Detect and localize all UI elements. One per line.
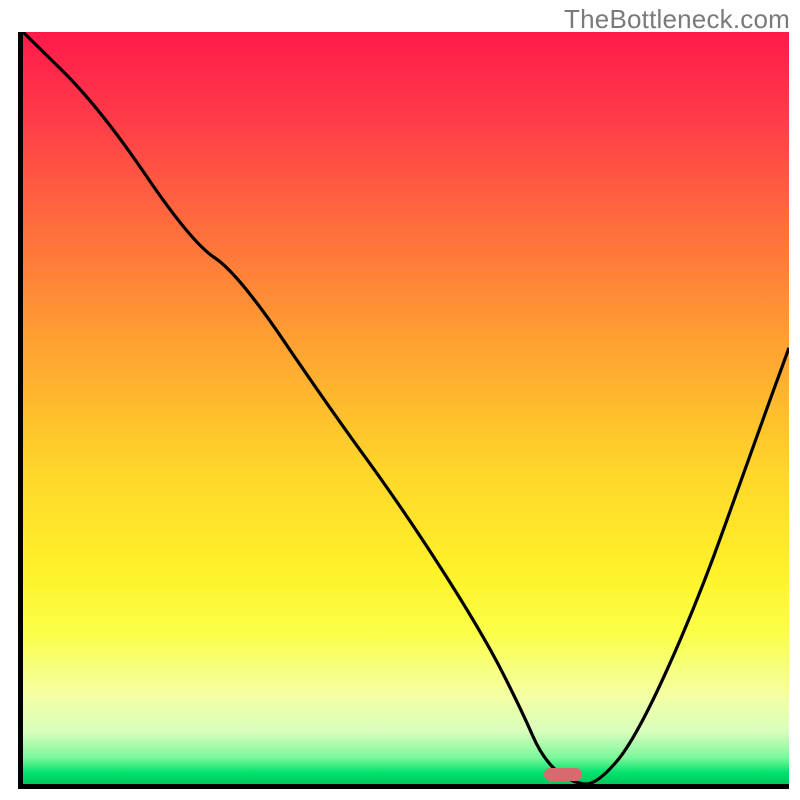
watermark-text: TheBottleneck.com — [564, 4, 790, 35]
plot-area — [18, 32, 789, 789]
chart-frame: TheBottleneck.com — [0, 0, 800, 800]
optimum-marker — [544, 768, 582, 781]
bottleneck-curve — [23, 32, 789, 784]
